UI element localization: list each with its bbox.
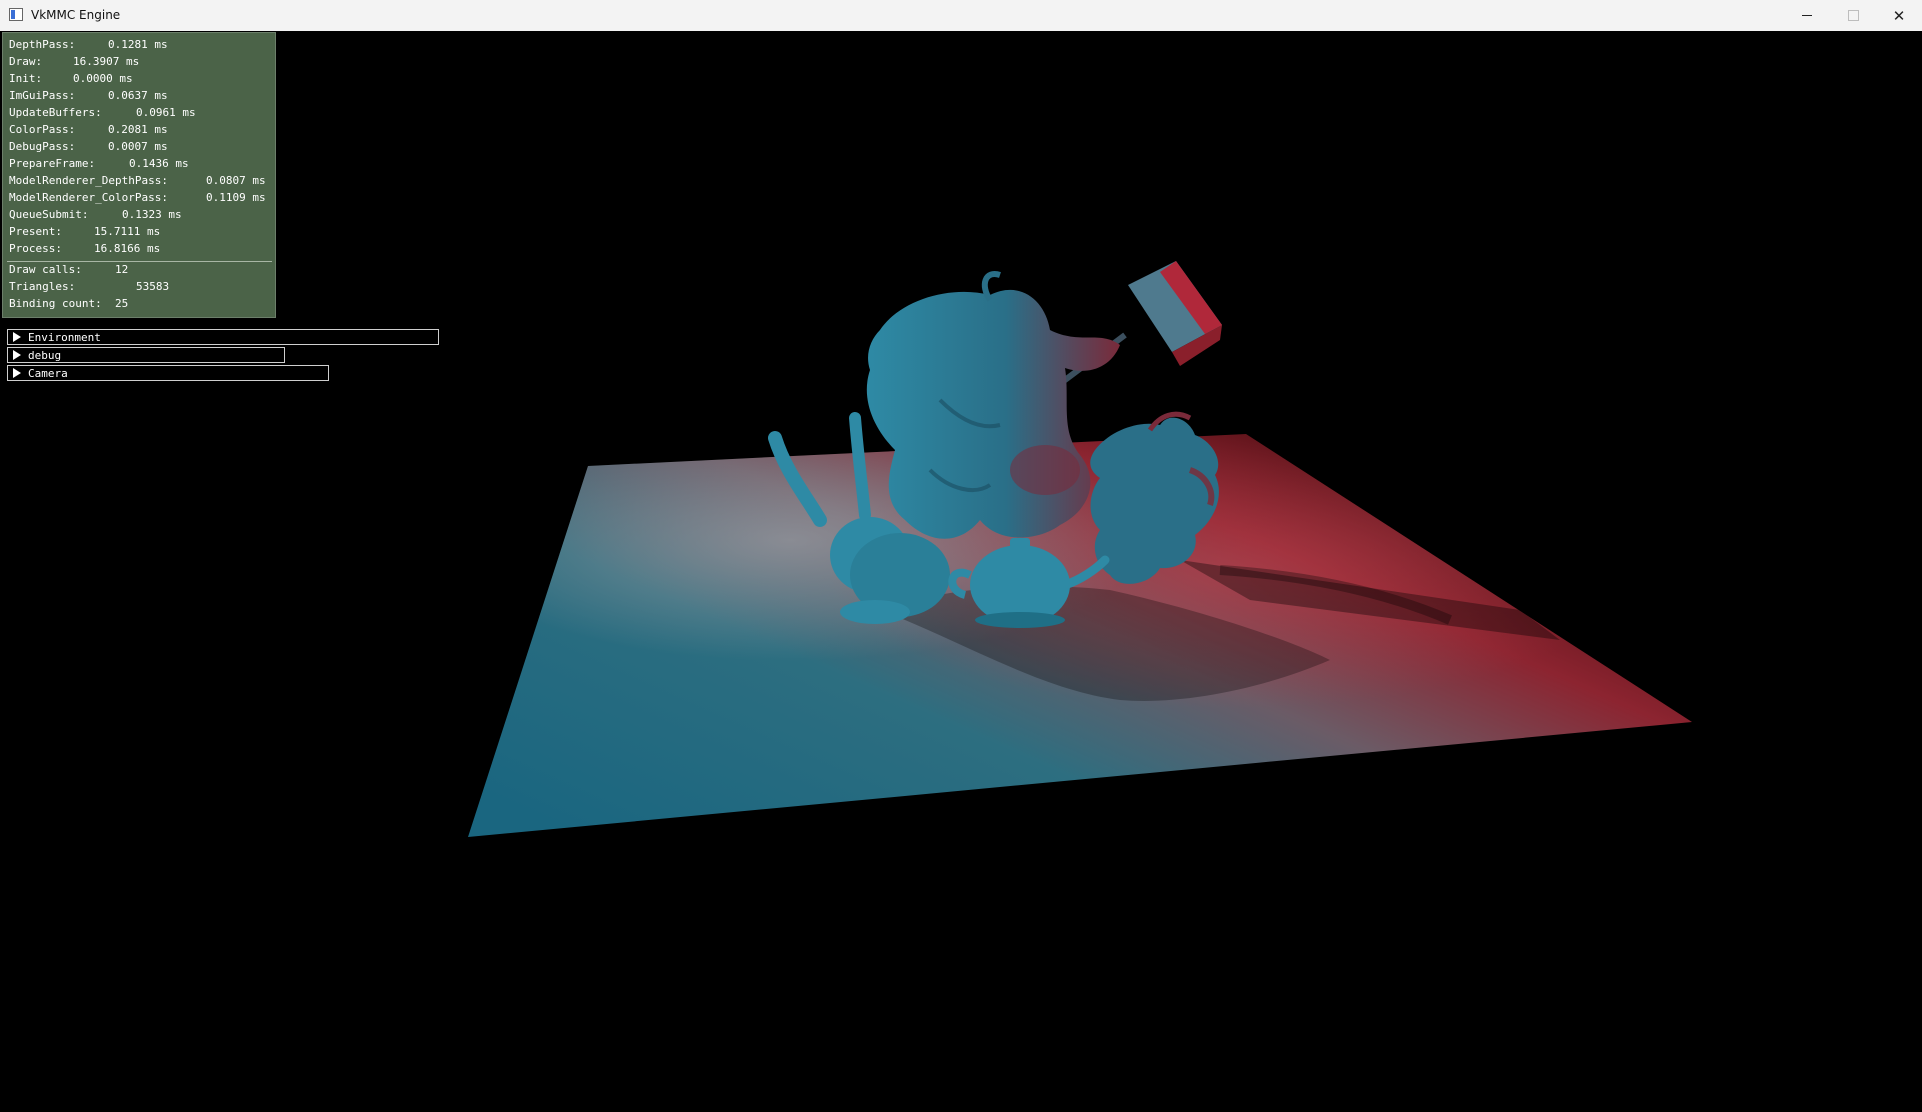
stat-row: QueueSubmit: 0.1323 ms [9, 208, 182, 222]
stat-label: Draw: [9, 55, 43, 68]
stat-label: ColorPass: [9, 123, 76, 136]
close-icon: ✕ [1892, 6, 1906, 25]
minimize-icon [1802, 15, 1812, 16]
stat-row: Process: 16.8166 ms [9, 242, 160, 256]
counter-row: Draw calls: 12 [9, 263, 128, 277]
stat-label: ModelRenderer_DepthPass: [9, 174, 168, 187]
stat-row: DepthPass: 0.1281 ms [9, 38, 168, 52]
stat-value: 16.3907 ms [73, 55, 140, 68]
panel-label: debug [28, 349, 62, 362]
stat-value: 0.0000 ms [73, 72, 133, 85]
panel-label: Camera [28, 367, 68, 380]
panel-environment-header[interactable]: Environment [7, 329, 439, 345]
stats-separator [7, 261, 272, 262]
stat-value: 0.0007 ms [108, 140, 168, 153]
collapse-arrow-icon [13, 332, 21, 342]
stat-value: 0.2081 ms [108, 123, 168, 136]
counter-value: 53583 [136, 280, 170, 293]
stat-row: ColorPass: 0.2081 ms [9, 123, 168, 137]
window-title: VkMMC Engine [31, 8, 121, 22]
stat-value: 0.1281 ms [108, 38, 168, 51]
stat-row: ImGuiPass: 0.0637 ms [9, 89, 168, 103]
counter-label: Triangles: [9, 280, 76, 293]
close-button[interactable]: ✕ [1876, 0, 1922, 31]
stat-value: 0.0961 ms [136, 106, 196, 119]
stat-row: DebugPass: 0.0007 ms [9, 140, 168, 154]
stat-label: DepthPass: [9, 38, 76, 51]
stat-value: 0.0807 ms [206, 174, 266, 187]
panel-label: Environment [28, 331, 101, 344]
counter-row: Triangles: 53583 [9, 280, 169, 294]
counter-value: 25 [115, 297, 129, 310]
stat-value: 0.1436 ms [129, 157, 189, 170]
stat-label: UpdateBuffers: [9, 106, 102, 119]
panel-camera-header[interactable]: Camera [7, 365, 329, 381]
counter-label: Binding count: [9, 297, 102, 310]
stat-row: Init: 0.0000 ms [9, 72, 133, 86]
stat-value: 15.7111 ms [94, 225, 161, 238]
stat-value: 16.8166 ms [94, 242, 161, 255]
stat-value: 0.1323 ms [122, 208, 182, 221]
title-bar[interactable]: VkMMC Engine ✕ [0, 0, 1922, 32]
counter-label: Draw calls: [9, 263, 82, 276]
collapse-arrow-icon [13, 368, 21, 378]
stat-label: QueueSubmit: [9, 208, 89, 221]
stat-label: ModelRenderer_ColorPass: [9, 191, 168, 204]
maximize-icon [1847, 10, 1859, 21]
stat-row: ModelRenderer_ColorPass: 0.1109 ms [9, 191, 266, 205]
app-window-icon [9, 8, 23, 21]
panel-debug-header[interactable]: debug [7, 347, 285, 363]
stat-label: ImGuiPass: [9, 89, 76, 102]
hammer-model [1043, 261, 1222, 398]
maximize-button[interactable] [1830, 0, 1876, 31]
stat-label: Present: [9, 225, 62, 238]
stat-label: Process: [9, 242, 62, 255]
stat-row: UpdateBuffers: 0.0961 ms [9, 106, 196, 120]
collapse-arrow-icon [13, 350, 21, 360]
stat-row: PrepareFrame: 0.1436 ms [9, 157, 189, 171]
stat-row: Present: 15.7111 ms [9, 225, 160, 239]
render-viewport[interactable] [0, 31, 1922, 1112]
minimize-button[interactable] [1784, 0, 1830, 31]
counter-row: Binding count: 25 [9, 297, 128, 311]
stat-row: Draw: 16.3907 ms [9, 55, 139, 69]
stat-row: ModelRenderer_DepthPass: 0.0807 ms [9, 174, 266, 188]
scene-render [468, 261, 1692, 837]
stat-label: PrepareFrame: [9, 157, 96, 170]
stat-value: 0.1109 ms [206, 191, 266, 204]
stat-label: DebugPass: [9, 140, 76, 153]
stats-overlay: DepthPass: 0.1281 ms Draw: 16.3907 ms Init… [2, 32, 276, 318]
counter-value: 12 [115, 263, 129, 276]
stat-label: Init: [9, 72, 43, 85]
warrior-model [866, 271, 1120, 539]
stat-value: 0.0637 ms [108, 89, 168, 102]
